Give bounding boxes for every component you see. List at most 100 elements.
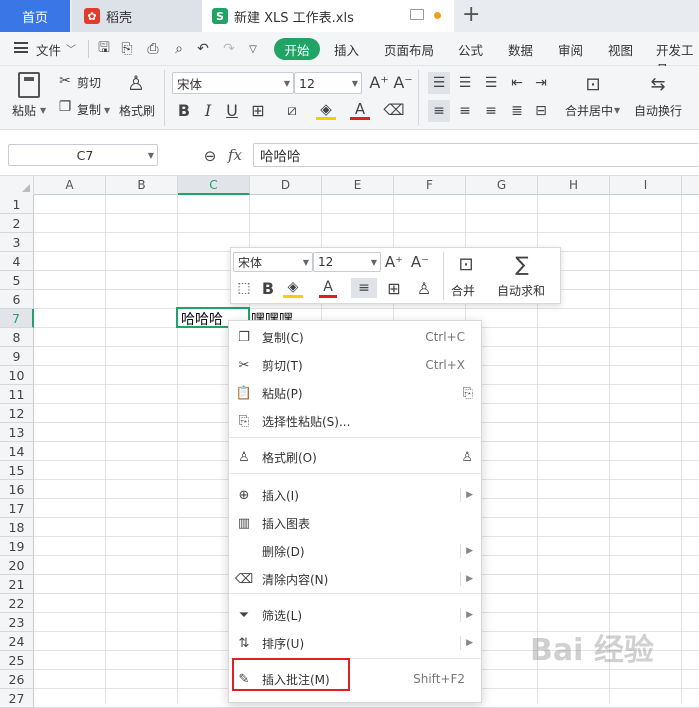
save-icon[interactable]: 🖫: [95, 39, 113, 59]
context-menu-item[interactable]: ⊕ 插入(I) ▶: [229, 481, 481, 509]
column-header[interactable]: I: [610, 176, 682, 195]
paste-button[interactable]: 粘贴: [12, 102, 36, 119]
mini-size-select[interactable]: 12 ▼: [313, 252, 381, 272]
chevron-down-icon[interactable]: ﹀: [66, 41, 76, 56]
mini-merge-button[interactable]: 合并: [451, 282, 475, 299]
row-header[interactable]: 9: [0, 347, 34, 366]
sigma-icon[interactable]: ∑: [511, 252, 533, 276]
font-color-icon[interactable]: A: [319, 278, 337, 298]
row-header[interactable]: 15: [0, 461, 34, 480]
hamburger-icon[interactable]: [14, 42, 28, 53]
context-menu-item[interactable]: ⇅ 排序(U) ▶: [229, 629, 481, 657]
zoom-icon[interactable]: ⊖: [200, 146, 220, 166]
merge-center-icon[interactable]: ⊡: [580, 72, 606, 96]
copy-icon[interactable]: ❐: [56, 98, 74, 116]
row-header[interactable]: 26: [0, 670, 34, 689]
row-header[interactable]: 13: [0, 423, 34, 442]
redo-icon[interactable]: ↷: [220, 39, 238, 59]
tab-document[interactable]: S 新建 XLS 工作表.xls: [202, 0, 454, 32]
align-right-icon[interactable]: ≡: [480, 100, 502, 122]
row-header[interactable]: 12: [0, 404, 34, 423]
column-header[interactable]: F: [394, 176, 466, 195]
row-header[interactable]: 27: [0, 689, 34, 708]
select-icon[interactable]: ⬚: [235, 278, 253, 298]
row-header[interactable]: 18: [0, 518, 34, 537]
context-menu-item[interactable]: ✂ 剪切(T) Ctrl+X: [229, 351, 481, 379]
format-painter-icon[interactable]: ♙: [415, 278, 433, 298]
copy-button[interactable]: 复制: [77, 101, 101, 118]
mini-font-select[interactable]: 宋体 ▼: [233, 252, 313, 272]
scissors-icon[interactable]: ✂: [56, 72, 74, 90]
merge-center-button[interactable]: 合并居中: [565, 102, 613, 119]
context-menu-item[interactable]: ❐ 复制(C) Ctrl+C: [229, 323, 481, 351]
align-left-icon[interactable]: ≡: [428, 100, 450, 122]
decrease-font-icon[interactable]: A⁻: [393, 72, 412, 92]
wrap-text-icon[interactable]: ⇆: [645, 72, 671, 96]
row-header[interactable]: 8: [0, 328, 34, 347]
context-menu-item[interactable]: 📋 粘贴(P) ⎘: [229, 379, 481, 407]
row-header[interactable]: 1: [0, 195, 34, 214]
tab-daoke[interactable]: ✿ 稻壳: [72, 0, 202, 32]
merge-dropdown-icon[interactable]: ▼: [614, 106, 620, 115]
align-middle-icon[interactable]: ☰: [454, 72, 476, 94]
column-header[interactable]: H: [538, 176, 610, 195]
fx-icon[interactable]: fx: [228, 146, 242, 164]
bold-icon[interactable]: B: [259, 278, 277, 298]
column-header[interactable]: D: [250, 176, 322, 195]
mini-autosum-button[interactable]: 自动求和: [497, 282, 545, 299]
row-header[interactable]: 4: [0, 252, 34, 271]
context-menu-item[interactable]: ▥ 插入图表: [229, 509, 481, 537]
formula-input[interactable]: 哈哈哈: [253, 143, 699, 167]
export-pdf-icon[interactable]: ⎘: [118, 39, 136, 59]
menu-file[interactable]: 文件: [36, 40, 61, 59]
paste-dropdown-icon[interactable]: ▼: [40, 106, 46, 115]
ribbon-tab-review[interactable]: 审阅: [558, 40, 583, 59]
row-header[interactable]: 25: [0, 651, 34, 670]
row-header[interactable]: 5: [0, 271, 34, 290]
justify-icon[interactable]: ≣: [506, 100, 528, 122]
column-header-selected[interactable]: C: [178, 176, 250, 195]
context-menu-item[interactable]: ⌫ 清除内容(N) ▶: [229, 565, 481, 593]
underline-icon[interactable]: U: [224, 100, 240, 120]
ribbon-tab-insert[interactable]: 插入: [334, 40, 359, 59]
ribbon-tab-view[interactable]: 视图: [608, 40, 633, 59]
decrease-font-icon[interactable]: A⁻: [411, 252, 429, 272]
copy-dropdown-icon[interactable]: ▼: [104, 106, 110, 115]
row-header[interactable]: 19: [0, 537, 34, 556]
cell-style-icon[interactable]: ⧄: [282, 100, 302, 120]
increase-font-icon[interactable]: A⁺: [369, 72, 388, 92]
align-bottom-icon[interactable]: ☰: [480, 72, 502, 94]
context-menu-item[interactable]: ⎘ 选择性粘贴(S)...: [229, 407, 481, 435]
monitor-icon[interactable]: [410, 9, 424, 20]
ribbon-tab-page-layout[interactable]: 页面布局: [384, 40, 434, 59]
quick-access-dropdown-icon[interactable]: ▽: [246, 39, 260, 59]
row-header[interactable]: 22: [0, 594, 34, 613]
context-menu-item[interactable]: 删除(D) ▶: [229, 537, 481, 565]
row-header[interactable]: 10: [0, 366, 34, 385]
column-header[interactable]: A: [34, 176, 106, 195]
ribbon-tab-formulas[interactable]: 公式: [458, 40, 483, 59]
borders-icon[interactable]: ⊞: [383, 278, 405, 298]
name-box[interactable]: C7 ▼: [8, 144, 158, 166]
row-header[interactable]: 6: [0, 290, 34, 309]
format-painter-icon[interactable]: ♙: [126, 70, 146, 96]
distributed-icon[interactable]: ⊟: [530, 100, 552, 122]
column-header[interactable]: B: [106, 176, 178, 195]
context-menu-item[interactable]: ⏷ 筛选(L) ▶: [229, 601, 481, 629]
increase-font-icon[interactable]: A⁺: [385, 252, 403, 272]
fill-color-icon[interactable]: ◈: [316, 100, 336, 120]
row-header[interactable]: 16: [0, 480, 34, 499]
print-preview-icon[interactable]: ⌕: [170, 39, 188, 59]
ribbon-tab-data[interactable]: 数据: [508, 40, 533, 59]
cut-button[interactable]: 剪切: [77, 74, 101, 91]
row-header[interactable]: 14: [0, 442, 34, 461]
new-tab-button[interactable]: +: [462, 2, 480, 27]
row-header[interactable]: 20: [0, 556, 34, 575]
align-icon[interactable]: ≡: [351, 278, 377, 298]
font-family-select[interactable]: 宋体 ▼: [172, 72, 294, 94]
select-all-corner[interactable]: [0, 176, 34, 195]
italic-icon[interactable]: I: [200, 100, 216, 120]
paste-icon[interactable]: [18, 72, 40, 98]
font-color-icon[interactable]: A: [350, 100, 370, 120]
align-top-icon[interactable]: ☰: [428, 72, 450, 94]
